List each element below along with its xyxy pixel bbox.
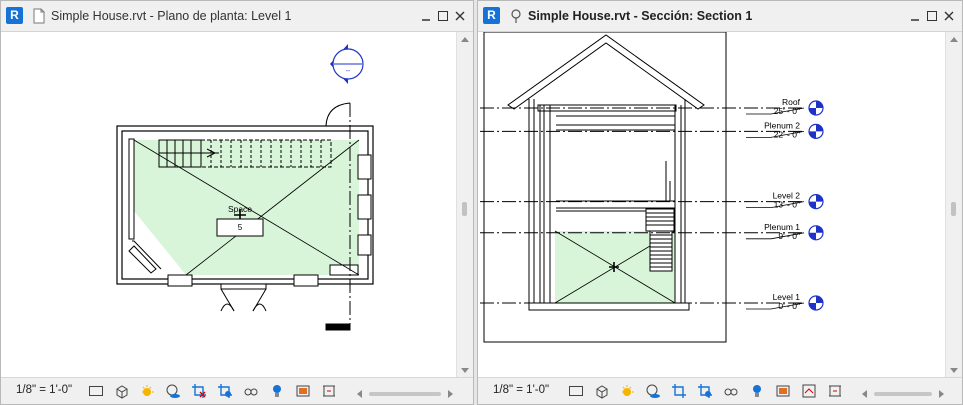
- floor-plan-window[interactable]: R Simple House.rvt - Plano de planta: Le…: [0, 0, 474, 405]
- view-scale[interactable]: 1/8" = 1'-0": [16, 384, 72, 396]
- window-title: Simple House.rvt - Sección: Section 1: [528, 9, 753, 23]
- shadows-icon[interactable]: [165, 383, 181, 399]
- visual-style-icon[interactable]: [114, 383, 130, 399]
- crop-region-visibility-icon[interactable]: [697, 383, 713, 399]
- horizontal-scrollbar[interactable]: [357, 390, 453, 398]
- view-scale[interactable]: 1/8" = 1'-0": [493, 384, 549, 396]
- level-level-2[interactable]: Level 213' - 0": [480, 191, 824, 210]
- vertical-scrollbar[interactable]: [945, 32, 962, 378]
- constraints-icon[interactable]: [827, 383, 843, 399]
- restore-icon[interactable]: [925, 9, 939, 23]
- revit-app-icon: R: [6, 7, 23, 24]
- shadows-icon[interactable]: [645, 383, 661, 399]
- section-head-icon[interactable]: --: [330, 44, 364, 84]
- view-control-bar: 1/8" = 1'-0": [1, 377, 473, 404]
- level-elevation: 0' - 0": [778, 301, 800, 311]
- horizontal-scrollbar[interactable]: [862, 390, 944, 398]
- section-canvas[interactable]: Roof25' - 0"Plenum 222' - 0"Level 213' -…: [478, 32, 948, 380]
- svg-text:--: --: [346, 68, 351, 75]
- analysis-display-icon[interactable]: [775, 383, 791, 399]
- crop-view-icon[interactable]: [671, 383, 687, 399]
- analysis-display-icon[interactable]: [295, 383, 311, 399]
- visual-style-icon[interactable]: [594, 383, 610, 399]
- minimize-icon[interactable]: [908, 9, 922, 23]
- minimize-icon[interactable]: [419, 9, 433, 23]
- view-control-bar: 1/8" = 1'-0": [478, 377, 962, 404]
- space-label[interactable]: Space: [228, 204, 252, 214]
- section-view-icon: [511, 9, 521, 23]
- section-stair[interactable]: [645, 208, 675, 272]
- lightbulb-icon[interactable]: [749, 383, 765, 399]
- vertical-scrollbar[interactable]: [456, 32, 473, 378]
- entry-door[interactable]: [220, 283, 267, 312]
- revit-app-icon: R: [483, 7, 500, 24]
- close-icon[interactable]: [942, 9, 956, 23]
- restore-icon[interactable]: [436, 9, 450, 23]
- crop-region-visibility-icon[interactable]: [217, 383, 233, 399]
- floor-plan-canvas[interactable]: Space 5 --: [1, 32, 457, 380]
- sun-path-icon[interactable]: [140, 383, 156, 399]
- level-elevation: 9' - 0": [778, 231, 800, 241]
- detail-level-icon[interactable]: [568, 383, 584, 399]
- level-elevation: 25' - 0": [774, 106, 800, 116]
- level-elevation: 13' - 0": [774, 200, 800, 210]
- section-window[interactable]: R Simple House.rvt - Sección: Section 1: [477, 0, 963, 405]
- floor-plan-view-icon: [33, 8, 45, 24]
- temporary-hide-icon[interactable]: [243, 383, 259, 399]
- sun-path-icon[interactable]: [620, 383, 636, 399]
- lightbulb-icon[interactable]: [269, 383, 285, 399]
- window-titlebar[interactable]: R Simple House.rvt - Sección: Section 1: [478, 1, 962, 32]
- level-elevation: 22' - 0": [774, 129, 800, 139]
- detail-level-icon[interactable]: [88, 383, 104, 399]
- close-icon[interactable]: [453, 9, 467, 23]
- window-title: Simple House.rvt - Plano de planta: Leve…: [51, 9, 292, 23]
- space-number[interactable]: 5: [238, 223, 243, 232]
- window-titlebar[interactable]: R Simple House.rvt - Plano de planta: Le…: [1, 1, 473, 32]
- temporary-hide-icon[interactable]: [723, 383, 739, 399]
- crop-view-icon[interactable]: [191, 383, 207, 399]
- reveal-hidden-icon[interactable]: [801, 383, 817, 399]
- constraints-icon[interactable]: [321, 383, 337, 399]
- roof[interactable]: [507, 34, 705, 112]
